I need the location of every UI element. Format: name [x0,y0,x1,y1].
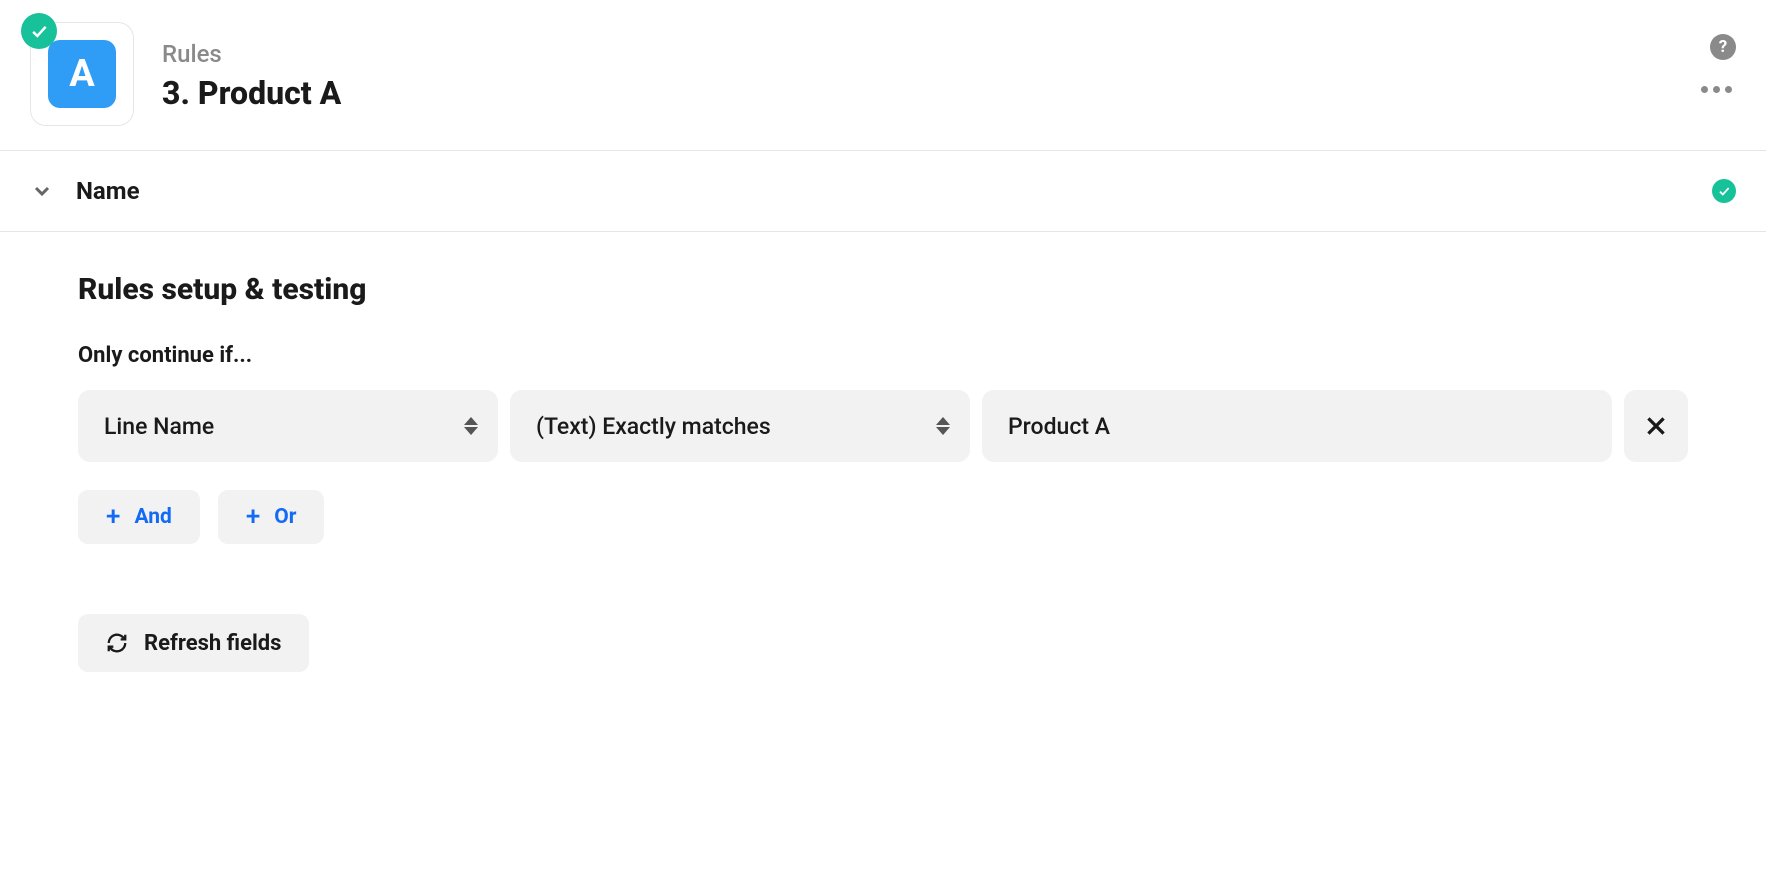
sort-caret-icon [936,417,950,435]
rule-field-value: Line Name [104,413,214,440]
app-badge: A [48,40,116,108]
app-badge-container: A [30,22,134,126]
chevron-down-icon [30,179,54,203]
remove-rule-button[interactable] [1624,390,1688,462]
logic-buttons-row: + And + Or [78,490,1688,544]
and-label: And [134,505,171,529]
section-label: Name [76,177,140,205]
step-title: 3. Product A [162,74,341,112]
rule-operator-value: (Text) Exactly matches [536,413,771,440]
help-icon[interactable]: ? [1710,34,1736,60]
header-kicker: Rules [162,40,341,68]
refresh-fields-button[interactable]: Refresh fields [78,614,309,672]
step-header: A Rules 3. Product A ? [0,0,1766,150]
or-label: Or [274,505,296,529]
plus-icon: + [246,504,260,530]
close-icon [1643,413,1669,439]
rule-operator-select[interactable]: (Text) Exactly matches [510,390,970,462]
header-titles: Rules 3. Product A [162,40,341,112]
rule-field-select[interactable]: Line Name [78,390,498,462]
plus-icon: + [106,504,120,530]
content-area: Rules setup & testing Only continue if..… [0,232,1766,732]
refresh-label: Refresh fields [144,631,281,656]
section-complete-icon [1712,179,1736,203]
more-menu-button[interactable] [1697,82,1736,97]
check-icon [29,21,49,41]
add-and-button[interactable]: + And [78,490,200,544]
rules-subtitle: Only continue if... [78,343,1688,368]
refresh-icon [106,632,128,654]
rule-row: Line Name (Text) Exactly matches Product… [78,390,1688,462]
rule-value-input[interactable]: Product A [982,390,1612,462]
rule-value-text: Product A [1008,413,1110,440]
app-badge-letter: A [69,52,95,96]
add-or-button[interactable]: + Or [218,490,325,544]
sort-caret-icon [464,417,478,435]
step-complete-badge [21,13,57,49]
section-toggle-name[interactable]: Name [0,151,1766,231]
content-title: Rules setup & testing [78,272,1688,307]
